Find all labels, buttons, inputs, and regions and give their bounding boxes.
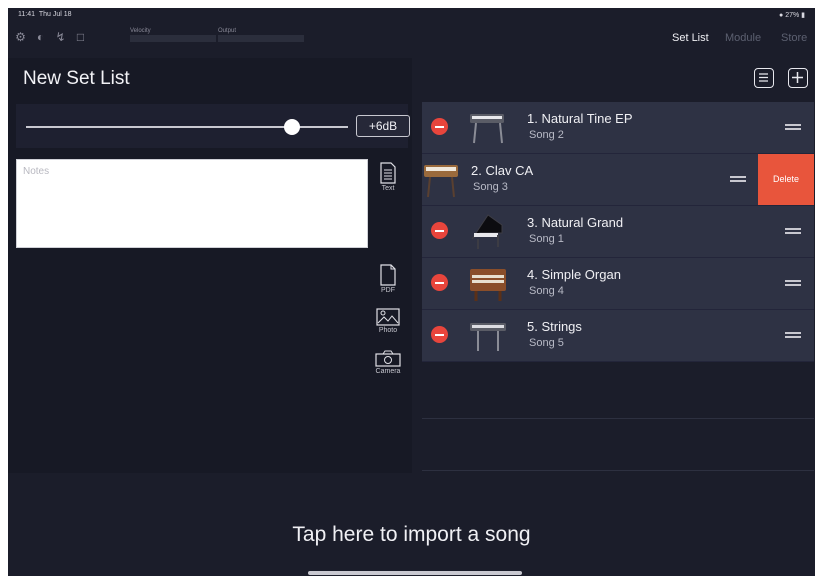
- attach-text-button[interactable]: Text: [370, 162, 406, 192]
- toolbar: ⚙ ◐ ↯ □ Velocity Output Set List Module …: [8, 22, 815, 56]
- plus-icon: [792, 72, 803, 83]
- import-area[interactable]: Tap here to import a song: [8, 475, 815, 576]
- song-row-5[interactable]: 5. Strings Song 5: [422, 310, 814, 362]
- notes-field[interactable]: Notes: [16, 159, 368, 248]
- instrument-thumbnail: [424, 165, 458, 198]
- instrument-thumbnail: [470, 323, 506, 351]
- attach-text-label: Text: [381, 185, 395, 192]
- notes-placeholder: Notes: [23, 166, 50, 177]
- song-row-2[interactable]: 2. Clav CA Song 3 Delete: [422, 154, 814, 206]
- remove-song-5-button[interactable]: [431, 326, 448, 343]
- status-bar: 11:41 Thu Jul 18 ● 27% ▮: [8, 8, 815, 22]
- import-song-prompt[interactable]: Tap here to import a song: [8, 523, 815, 547]
- text-doc-icon: [380, 162, 396, 184]
- tab-store[interactable]: Store: [781, 32, 807, 44]
- song-1-name: 1. Natural Tine EP: [527, 111, 633, 126]
- app-screen: 11:41 Thu Jul 18 ● 27% ▮ ⚙ ◐ ↯ □ Velocit…: [8, 8, 815, 576]
- attach-pdf-button[interactable]: PDF: [370, 264, 406, 294]
- instrument-thumbnail: [470, 269, 506, 301]
- attach-photo-button[interactable]: Photo: [370, 308, 406, 334]
- song-5-name: 5. Strings: [527, 319, 582, 334]
- divider: [422, 470, 814, 471]
- song-list-panel: 1. Natural Tine EP Song 2 2. Clav CA Son…: [414, 58, 815, 473]
- remove-song-3-button[interactable]: [431, 222, 448, 239]
- divider: [422, 418, 814, 419]
- reorder-handle-icon[interactable]: [730, 176, 746, 183]
- song-2-name: 2. Clav CA: [471, 163, 534, 178]
- status-battery: ● 27% ▮: [779, 12, 805, 19]
- reorder-handle-icon[interactable]: [785, 280, 801, 287]
- camera-icon: [375, 350, 401, 367]
- list-view-button[interactable]: [754, 68, 774, 88]
- add-song-button[interactable]: [788, 68, 808, 88]
- gain-row: +6dB: [16, 104, 410, 148]
- info-icon[interactable]: ◐: [34, 31, 47, 44]
- song-row-3[interactable]: 3. Natural Grand Song 1: [422, 206, 814, 258]
- remove-song-1-button[interactable]: [431, 118, 448, 135]
- reorder-handle-icon[interactable]: [785, 332, 801, 339]
- velocity-meter-bar: [130, 35, 216, 42]
- gear-icon[interactable]: ⚙: [14, 31, 27, 44]
- song-3-slot: Song 1: [529, 233, 564, 245]
- remove-song-4-button[interactable]: [431, 274, 448, 291]
- tab-module[interactable]: Module: [725, 32, 761, 44]
- song-4-slot: Song 4: [529, 285, 564, 297]
- velocity-meter: Velocity: [130, 28, 216, 42]
- song-3-name: 3. Natural Grand: [527, 215, 624, 230]
- tuner-icon[interactable]: ↯: [54, 31, 67, 44]
- reorder-handle-icon[interactable]: [785, 124, 801, 131]
- set-list-panel: New Set List +6dB Notes Text PDF Photo C…: [8, 58, 412, 473]
- attach-pdf-label: PDF: [381, 287, 395, 294]
- attach-camera-button[interactable]: Camera: [370, 350, 406, 375]
- output-meter-bar: [218, 35, 304, 42]
- attach-camera-label: Camera: [375, 368, 401, 375]
- instrument-thumbnail: [470, 114, 504, 144]
- reorder-handle-icon[interactable]: [785, 228, 801, 235]
- song-5-slot: Song 5: [529, 337, 564, 349]
- output-meter: Output: [218, 28, 304, 42]
- instrument-thumbnail: [471, 214, 503, 249]
- document-icon[interactable]: □: [74, 31, 87, 44]
- song-row-1[interactable]: 1. Natural Tine EP Song 2: [422, 102, 814, 154]
- song-row-4[interactable]: 4. Simple Organ Song 4: [422, 258, 814, 310]
- song-1-slot: Song 2: [529, 129, 564, 141]
- gain-button[interactable]: +6dB: [356, 115, 410, 137]
- status-time: 11:41 Thu Jul 18: [18, 11, 72, 18]
- velocity-meter-label: Velocity: [130, 28, 151, 34]
- photo-icon: [376, 308, 400, 326]
- gain-slider-thumb[interactable]: [284, 119, 300, 135]
- page-title: New Set List: [23, 68, 130, 89]
- list-icon: [759, 73, 768, 82]
- home-indicator[interactable]: [308, 571, 522, 575]
- output-meter-label: Output: [218, 28, 237, 34]
- song-2-slot: Song 3: [473, 181, 508, 193]
- tab-set-list[interactable]: Set List: [672, 32, 709, 44]
- attach-photo-label: Photo: [378, 327, 398, 334]
- pdf-doc-icon: [380, 264, 396, 286]
- delete-button[interactable]: Delete: [758, 154, 814, 205]
- song-4-name: 4. Simple Organ: [527, 267, 621, 282]
